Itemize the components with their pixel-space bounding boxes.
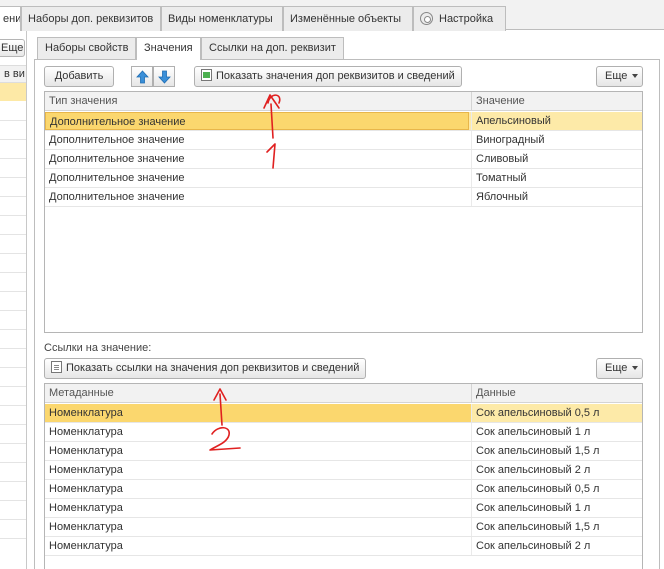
annotation-arrow-1 [270,103,274,139]
annotation-digit-1-stroke [266,143,276,169]
annotation-arrow-2 [219,393,223,426]
red-annotations [209,94,281,451]
annotation-digit-2-stroke [209,426,241,451]
